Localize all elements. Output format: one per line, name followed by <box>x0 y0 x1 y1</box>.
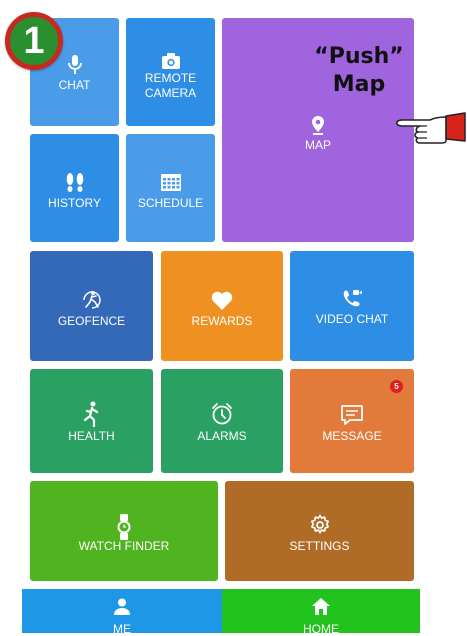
tile-watch-finder-label: WATCH FINDER <box>78 539 170 553</box>
tile-video-chat[interactable]: VIDEO CHAT <box>290 251 414 361</box>
tile-watch-finder[interactable]: WATCH FINDER <box>30 481 218 581</box>
home-icon <box>312 598 330 615</box>
tile-message-label: MESSAGE <box>322 429 382 443</box>
tile-settings-label: SETTINGS <box>289 539 350 553</box>
message-icon <box>341 405 363 425</box>
person-icon <box>114 598 130 615</box>
tile-remote-camera-label-1: REMOTE <box>144 71 197 85</box>
pointing-hand-icon <box>395 112 466 144</box>
watch-icon <box>117 514 131 540</box>
geofence-runner-icon <box>82 291 101 309</box>
tile-history[interactable]: HISTORY <box>30 134 119 242</box>
gear-icon <box>310 514 329 534</box>
nav-home-label: HOME <box>303 622 339 636</box>
tile-geofence-label: GEOFENCE <box>57 314 126 328</box>
footprints-icon <box>66 173 83 192</box>
alarm-clock-icon <box>212 403 232 425</box>
calendar-grid-icon <box>160 174 181 191</box>
tile-rewards[interactable]: REWARDS <box>161 251 283 361</box>
push-map-callout: “Push” Map <box>309 43 409 99</box>
map-pin-icon <box>312 116 324 135</box>
tile-remote-camera-label-2: CAMERA <box>144 86 197 100</box>
callout-line-1: “Push” <box>314 44 404 69</box>
nav-me-label: ME <box>113 622 131 636</box>
nav-me[interactable]: ME <box>22 589 222 636</box>
tile-settings[interactable]: SETTINGS <box>225 481 414 581</box>
tile-chat-label: CHAT <box>58 78 91 92</box>
tile-geofence[interactable]: GEOFENCE <box>30 251 153 361</box>
tile-video-chat-label: VIDEO CHAT <box>315 312 389 326</box>
step-number-badge: 1 <box>5 12 63 70</box>
tile-health-label: HEALTH <box>68 429 115 443</box>
tile-rewards-label: REWARDS <box>191 314 253 328</box>
nav-home[interactable]: HOME <box>222 589 420 636</box>
tile-schedule-label: SCHEDULE <box>137 196 204 210</box>
tile-remote-camera[interactable]: REMOTE CAMERA <box>126 18 215 126</box>
callout-line-2: Map <box>332 72 386 97</box>
tile-alarms[interactable]: ALARMS <box>161 369 283 473</box>
message-count-badge: 5 <box>390 380 403 393</box>
tile-schedule[interactable]: SCHEDULE <box>126 134 215 242</box>
tile-history-label: HISTORY <box>48 196 101 210</box>
tile-health[interactable]: HEALTH <box>30 369 153 473</box>
tile-alarms-label: ALARMS <box>197 429 247 443</box>
heart-icon <box>211 291 233 310</box>
running-person-icon <box>83 401 98 427</box>
microphone-icon <box>67 55 82 74</box>
video-phone-icon <box>343 290 362 307</box>
tile-message[interactable]: 5 MESSAGE <box>290 369 414 473</box>
camera-icon <box>161 53 180 69</box>
